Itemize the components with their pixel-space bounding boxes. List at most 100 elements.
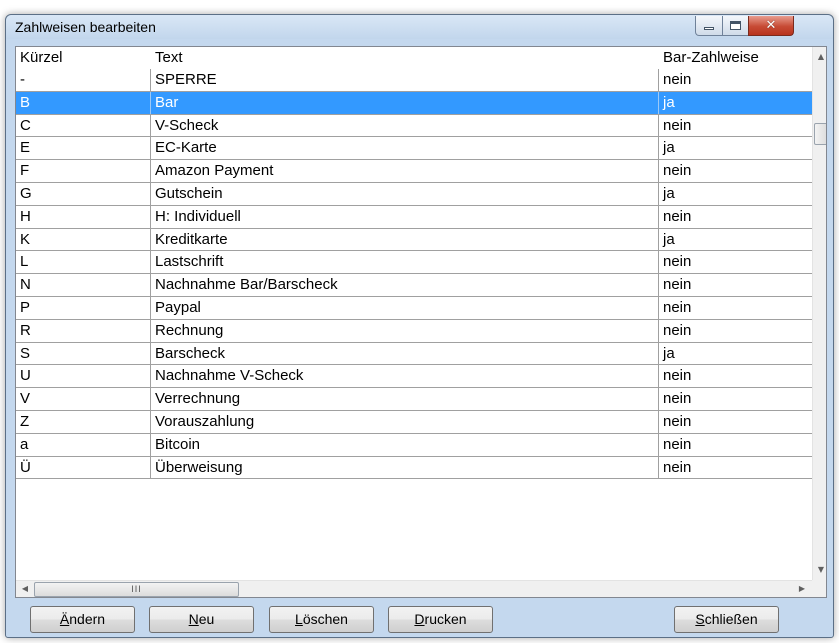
cell-text[interactable]: Amazon Payment [151, 160, 659, 183]
table-row[interactable]: C V-Scheck nein [16, 114, 812, 138]
neu-button[interactable]: Neu [149, 606, 254, 633]
table-row[interactable]: R Rechnung nein [16, 319, 812, 343]
cell-bar-zahlweise[interactable]: nein [659, 69, 812, 91]
scroll-right-icon[interactable]: ▶ [794, 581, 810, 597]
drucken-accel: D [414, 611, 425, 627]
cell-kuerzel[interactable]: G [16, 182, 151, 205]
cell-text[interactable]: Bar [151, 91, 659, 114]
column-header-bar-zahlweise[interactable]: Bar-Zahlweise [659, 47, 812, 69]
cell-kuerzel[interactable]: C [16, 114, 151, 137]
vertical-scrollbar[interactable]: ▲ ▼ [812, 47, 826, 580]
cell-text[interactable]: SPERRE [151, 69, 659, 91]
cell-bar-zahlweise[interactable]: ja [659, 92, 812, 114]
close-button[interactable]: ✕ [748, 16, 794, 36]
cell-text[interactable]: H: Individuell [151, 205, 659, 228]
cell-bar-zahlweise[interactable]: nein [659, 274, 812, 296]
loeschen-accel: L [295, 611, 303, 627]
cell-text[interactable]: Überweisung [151, 456, 659, 479]
loeschen-button[interactable]: Löschen [269, 606, 374, 633]
cell-bar-zahlweise[interactable]: ja [659, 137, 812, 159]
cell-kuerzel[interactable]: L [16, 251, 151, 274]
cell-text[interactable]: Kreditkarte [151, 228, 659, 251]
cell-bar-zahlweise[interactable]: nein [659, 434, 812, 456]
cell-kuerzel[interactable]: Ü [16, 456, 151, 479]
cell-bar-zahlweise[interactable]: nein [659, 297, 812, 319]
cell-text[interactable]: Vorauszahlung [151, 410, 659, 433]
cell-bar-zahlweise[interactable]: nein [659, 206, 812, 228]
cell-kuerzel[interactable]: a [16, 433, 151, 456]
cell-kuerzel[interactable]: N [16, 274, 151, 297]
table-row[interactable]: - SPERRE nein [16, 69, 812, 92]
cell-kuerzel[interactable]: E [16, 137, 151, 160]
cell-kuerzel[interactable]: F [16, 160, 151, 183]
cell-kuerzel[interactable]: K [16, 228, 151, 251]
cell-text[interactable]: EC-Karte [151, 137, 659, 160]
cell-text[interactable]: Verrechnung [151, 388, 659, 411]
column-header-text[interactable]: Text [151, 47, 659, 69]
cell-text[interactable]: Rechnung [151, 319, 659, 342]
horizontal-scroll-thumb[interactable]: III [34, 582, 239, 597]
cell-text[interactable]: Bitcoin [151, 433, 659, 456]
table-row[interactable]: B Bar ja [16, 91, 812, 115]
aendern-accel: Ä [59, 611, 70, 627]
table-row[interactable]: P Paypal nein [16, 296, 812, 320]
cell-kuerzel[interactable]: - [16, 69, 151, 91]
table-row[interactable]: a Bitcoin nein [16, 433, 812, 457]
table-row[interactable]: S Barscheck ja [16, 342, 812, 366]
table-row[interactable]: L Lastschrift nein [16, 251, 812, 275]
table-row[interactable]: Z Vorauszahlung nein [16, 410, 812, 434]
cell-bar-zahlweise[interactable]: nein [659, 411, 812, 433]
cell-kuerzel[interactable]: R [16, 319, 151, 342]
table-header: Kürzel Text Bar-Zahlweise [16, 47, 812, 69]
dialog-window: Zahlweisen bearbeiten ✕ Kürzel Text Bar-… [5, 14, 834, 638]
cell-text[interactable]: Barscheck [151, 342, 659, 365]
cell-text[interactable]: V-Scheck [151, 114, 659, 137]
window-title: Zahlweisen bearbeiten [15, 19, 156, 35]
cell-bar-zahlweise[interactable]: nein [659, 457, 812, 479]
aendern-button[interactable]: Ändern [30, 606, 135, 633]
cell-bar-zahlweise[interactable]: nein [659, 320, 812, 342]
neu-label: eu [198, 611, 215, 627]
column-header-kuerzel[interactable]: Kürzel [16, 47, 151, 69]
vertical-scroll-thumb[interactable] [814, 123, 826, 145]
scroll-up-icon[interactable]: ▲ [813, 49, 826, 65]
cell-bar-zahlweise[interactable]: nein [659, 388, 812, 410]
cell-kuerzel[interactable]: B [16, 91, 151, 114]
cell-bar-zahlweise[interactable]: ja [659, 183, 812, 205]
cell-bar-zahlweise[interactable]: nein [659, 160, 812, 182]
cell-kuerzel[interactable]: H [16, 205, 151, 228]
drucken-button[interactable]: Drucken [388, 606, 493, 633]
table-row[interactable]: H H: Individuell nein [16, 205, 812, 229]
cell-kuerzel[interactable]: V [16, 388, 151, 411]
cell-kuerzel[interactable]: S [16, 342, 151, 365]
cell-text[interactable]: Nachnahme V-Scheck [151, 365, 659, 388]
table-row[interactable]: N Nachnahme Bar/Barscheck nein [16, 274, 812, 297]
table-row[interactable]: F Amazon Payment nein [16, 160, 812, 183]
cell-text[interactable]: Paypal [151, 296, 659, 319]
cell-bar-zahlweise[interactable]: ja [659, 229, 812, 251]
table-row[interactable]: E EC-Karte ja [16, 137, 812, 161]
table-row[interactable]: U Nachnahme V-Scheck nein [16, 365, 812, 389]
schliessen-button[interactable]: Schließen [674, 606, 779, 633]
scroll-down-icon[interactable]: ▼ [813, 562, 826, 578]
minimize-button[interactable] [695, 16, 723, 36]
payment-methods-table[interactable]: Kürzel Text Bar-Zahlweise - SPERRE nein B Ba… [15, 46, 827, 598]
horizontal-scrollbar[interactable]: ◀ III ▶ [16, 580, 812, 597]
cell-kuerzel[interactable]: P [16, 296, 151, 319]
cell-text[interactable]: Nachnahme Bar/Barscheck [151, 274, 659, 297]
table-row[interactable]: K Kreditkarte ja [16, 228, 812, 252]
maximize-button[interactable] [722, 16, 749, 36]
cell-text[interactable]: Lastschrift [151, 251, 659, 274]
table-row[interactable]: G Gutschein ja [16, 182, 812, 206]
scroll-left-icon[interactable]: ◀ [17, 581, 33, 597]
cell-bar-zahlweise[interactable]: nein [659, 365, 812, 387]
title-bar[interactable]: Zahlweisen bearbeiten ✕ [6, 15, 833, 39]
cell-bar-zahlweise[interactable]: nein [659, 115, 812, 137]
cell-kuerzel[interactable]: Z [16, 410, 151, 433]
cell-kuerzel[interactable]: U [16, 365, 151, 388]
cell-bar-zahlweise[interactable]: nein [659, 251, 812, 273]
table-row[interactable]: Ü Überweisung nein [16, 456, 812, 480]
cell-text[interactable]: Gutschein [151, 182, 659, 205]
table-row[interactable]: V Verrechnung nein [16, 388, 812, 411]
cell-bar-zahlweise[interactable]: ja [659, 343, 812, 365]
